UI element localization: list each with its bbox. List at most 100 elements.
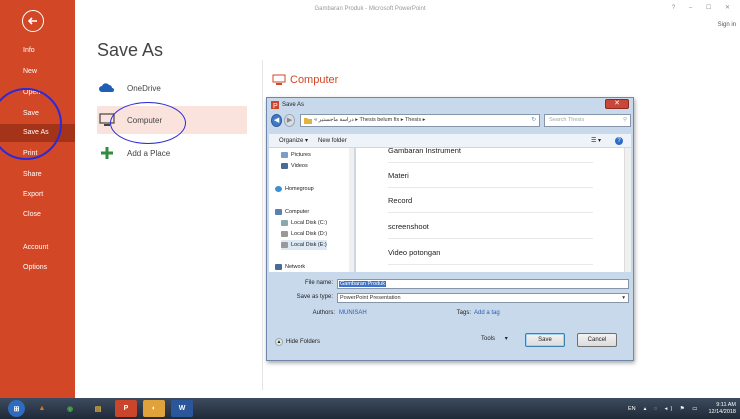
folder-icon	[304, 118, 313, 124]
tree-item-pictures[interactable]: Pictures	[281, 150, 311, 160]
tree-item-homegroup[interactable]: Homegroup	[275, 184, 314, 194]
address-bar[interactable]: « دراسة ماجستير ▸ Thesis belum fix ▸ The…	[300, 114, 541, 127]
nav-item-export[interactable]: Export	[0, 186, 75, 204]
vlc-icon: ▲	[38, 405, 46, 412]
drive-icon	[281, 242, 288, 248]
word-icon: W	[178, 405, 186, 412]
nav-item-new[interactable]: New	[0, 63, 75, 81]
tree-item-label: Homegroup	[285, 186, 314, 192]
forward-arrow-icon[interactable]: ▶	[284, 114, 296, 127]
organize-button[interactable]: Organize ▾	[279, 137, 308, 144]
view-options-icon[interactable]: ☰ ▾	[591, 137, 601, 144]
hide-folders-label: Hide Folders	[286, 339, 321, 345]
dialog-nav-bar: ◀ ▶ « دراسة ماجستير ▸ Thesis belum fix ▸…	[271, 113, 632, 128]
file-name-label: File name:	[304, 280, 333, 286]
taskbar-vlc[interactable]: ▲	[31, 400, 53, 417]
tree-item-videos[interactable]: Videos	[281, 161, 308, 171]
search-input[interactable]: Search Thesis ⚲	[544, 114, 632, 127]
videos-icon	[281, 163, 288, 169]
annotation-circle	[110, 102, 186, 144]
dialog-title: Save As	[282, 101, 305, 108]
computer-icon	[272, 74, 286, 85]
cancel-button[interactable]: Cancel	[577, 333, 617, 347]
hide-folders-button[interactable]: ▲ Hide Folders	[275, 338, 320, 346]
paint-icon: ◐	[151, 405, 157, 412]
save-type-value: PowerPoint Presentation	[340, 295, 401, 301]
taskbar-word[interactable]: W	[171, 400, 193, 417]
tree-scrollbar[interactable]	[349, 148, 354, 272]
homegroup-icon	[275, 186, 282, 192]
window-controls[interactable]: ? – ☐ ✕	[672, 4, 736, 11]
powerpoint-icon: P	[271, 100, 279, 109]
nav-item-close[interactable]: Close	[0, 206, 75, 224]
cloud-icon	[97, 80, 117, 96]
file-name-field[interactable]: Gambaran Produk	[337, 279, 629, 289]
clock[interactable]: 9:11 AM 12/14/2018	[708, 402, 736, 416]
tree-item-label: Local Disk (D:)	[291, 231, 328, 237]
nav-item-share[interactable]: Share	[0, 166, 75, 184]
tags-value[interactable]: Add a tag	[474, 310, 500, 316]
save-type-label: Save as type:	[296, 294, 333, 300]
authors-label: Authors:	[312, 310, 335, 316]
search-icon: ⚲	[622, 117, 628, 123]
tools-button[interactable]: Tools ▾	[481, 335, 508, 342]
dialog-close-button[interactable]: ✕	[605, 99, 629, 109]
taskbar-paint[interactable]: ◐	[143, 400, 165, 417]
list-item[interactable]: Materi	[388, 163, 593, 188]
nav-item-options[interactable]: Options	[0, 259, 75, 277]
svg-text:P: P	[273, 103, 278, 109]
folder-icon: ▤	[94, 405, 102, 413]
plus-icon	[97, 145, 117, 161]
sign-in-link[interactable]: Sign in	[718, 22, 736, 28]
clock-time: 9:11 AM	[716, 401, 736, 408]
tree-item-disk-d[interactable]: Local Disk (D:)	[281, 229, 327, 239]
folder-tree: Pictures Videos Homegroup Computer Local…	[269, 148, 355, 272]
network-icon	[275, 264, 282, 270]
tree-item-label: Local Disk (C:)	[291, 220, 328, 226]
taskbar-powerpoint[interactable]: P	[115, 400, 137, 417]
tree-item-disk-c[interactable]: Local Disk (C:)	[281, 218, 327, 228]
list-item[interactable]: Video potongan	[388, 240, 593, 265]
list-item[interactable]: Record	[388, 188, 593, 213]
list-item[interactable]: screenshoot	[388, 214, 593, 239]
search-placeholder: Search Thesis	[549, 117, 585, 123]
tree-item-network[interactable]: Network	[275, 262, 305, 272]
tree-item-disk-e[interactable]: Local Disk (E:)	[281, 240, 327, 250]
save-button[interactable]: Save	[525, 333, 565, 347]
divider	[262, 60, 263, 390]
file-list-scrollbar[interactable]	[624, 148, 631, 272]
tree-item-computer[interactable]: Computer	[275, 207, 309, 217]
tree-item-label: Local Disk (E:)	[291, 242, 327, 248]
computer-icon	[275, 209, 282, 215]
clock-date: 12/14/2018	[708, 408, 736, 415]
start-button[interactable]: ⊞	[8, 400, 25, 417]
address-path: « دراسة ماجستير ▸ Thesis belum fix ▸ The…	[314, 117, 426, 123]
save-type-select[interactable]: PowerPoint Presentation ▾	[337, 293, 629, 303]
drive-icon	[281, 220, 288, 226]
place-onedrive[interactable]: OneDrive	[97, 74, 247, 102]
nav-item-info[interactable]: Info	[0, 42, 75, 60]
new-folder-button[interactable]: New folder	[318, 138, 347, 144]
dialog-titlebar[interactable]: P Save As	[267, 98, 633, 111]
chevron-down-icon: ▾	[504, 336, 508, 342]
taskbar-chrome[interactable]: ◉	[59, 400, 81, 417]
powerpoint-icon: P	[123, 405, 129, 412]
system-tray: EN ▴ ◌ ◂) ⚑ ▭ 9:11 AM 12/14/2018	[628, 398, 736, 419]
tray-icons[interactable]: ▴ ◌ ◂) ⚑ ▭	[644, 406, 701, 412]
language-indicator[interactable]: EN	[628, 406, 636, 412]
window-title: Gambaran Produk - Microsoft PowerPoint	[314, 6, 426, 12]
tree-item-label: Pictures	[291, 152, 311, 158]
section-header-computer: Computer	[272, 74, 338, 86]
back-arrow-icon[interactable]: ◀	[271, 114, 283, 127]
chevron-down-icon: ▾	[622, 295, 625, 301]
list-item[interactable]: Gambaran Instrument	[388, 148, 593, 163]
back-button[interactable]	[22, 10, 44, 32]
authors-value[interactable]: MUNISAH	[339, 310, 367, 316]
taskbar-explorer[interactable]: ▤	[87, 400, 109, 417]
place-add[interactable]: Add a Place	[97, 139, 247, 167]
drive-icon	[281, 231, 288, 237]
refresh-icon[interactable]: ↻	[531, 115, 536, 126]
help-icon[interactable]: ?	[615, 136, 623, 145]
nav-item-account[interactable]: Account	[0, 239, 75, 257]
tree-item-label: Videos	[291, 163, 308, 169]
